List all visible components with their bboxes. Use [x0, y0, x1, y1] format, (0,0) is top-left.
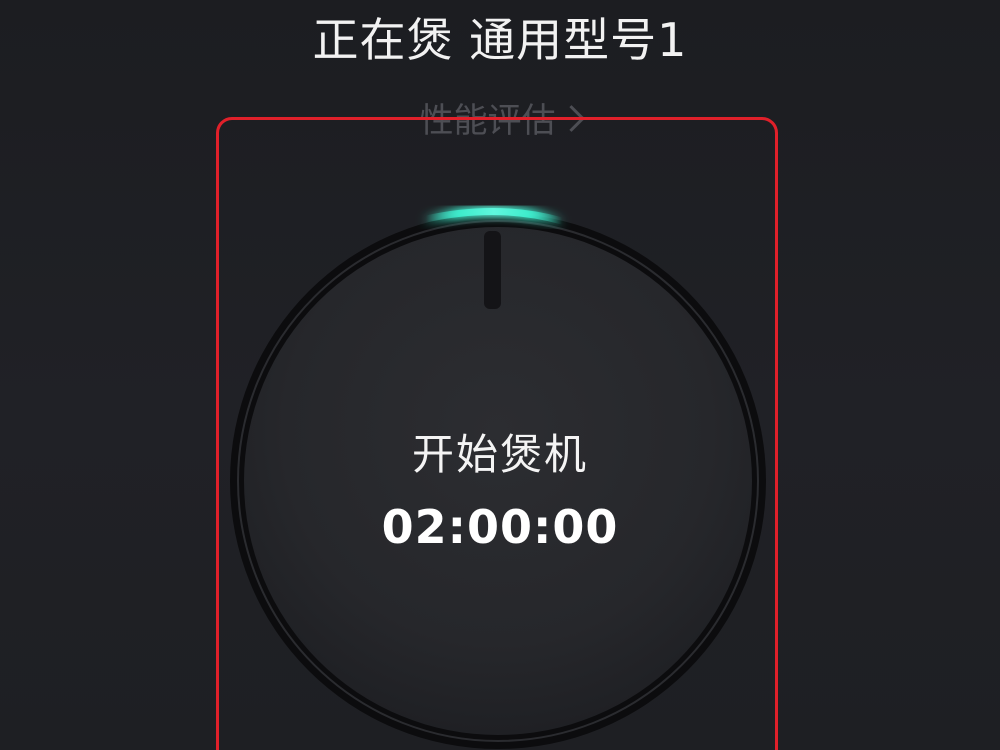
performance-evaluation-link[interactable]: 性能评估 [0, 96, 1000, 146]
chevron-right-icon [557, 105, 585, 132]
page-title: 正在煲 通用型号1 [312, 13, 688, 67]
burn-in-screen: 正在煲 通用型号1 性能评估 开始煲机 02:00:00 [0, 0, 1000, 750]
dial-countdown-timer: 02:00:00 [381, 500, 619, 554]
performance-evaluation-label: 性能评估 [419, 101, 556, 141]
dial-pointer-notch [484, 231, 501, 309]
dial-status-label: 开始煲机 [411, 430, 588, 479]
